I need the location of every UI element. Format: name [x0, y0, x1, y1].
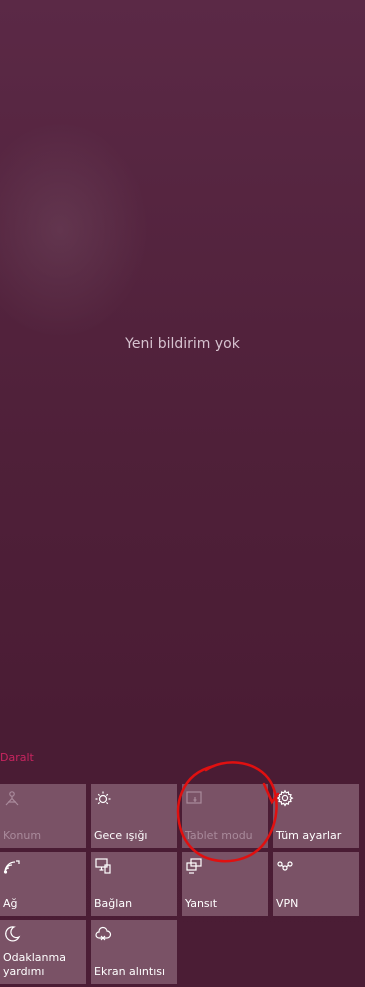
- settings-icon: [276, 789, 294, 807]
- screen-snip-icon: [94, 925, 112, 943]
- tablet-mode-icon: [185, 789, 203, 807]
- night-light-icon: [94, 789, 112, 807]
- tile-label: Ağ: [3, 897, 18, 910]
- tile-label: Odaklanma yardımı: [3, 951, 66, 978]
- tile-all-settings[interactable]: Tüm ayarlar: [273, 784, 359, 848]
- tile-project[interactable]: Yansıt: [182, 852, 268, 916]
- tile-vpn[interactable]: VPN: [273, 852, 359, 916]
- tile-label: Bağlan: [94, 897, 133, 910]
- vpn-icon: [276, 857, 294, 875]
- tile-night-light[interactable]: Gece ışığı: [91, 784, 177, 848]
- tile-screen-snip[interactable]: Ekran alıntısı: [91, 920, 177, 984]
- no-notifications-message: Yeni bildirim yok: [125, 336, 240, 352]
- focus-assist-icon: [3, 925, 21, 943]
- tile-tablet-mode[interactable]: Tablet modu: [182, 784, 268, 848]
- tile-label: Tablet modu: [185, 829, 253, 842]
- tile-connect[interactable]: Bağlan: [91, 852, 177, 916]
- project-icon: [185, 857, 203, 875]
- tile-label: Gece ışığı: [94, 829, 148, 842]
- tile-location[interactable]: Konum: [0, 784, 86, 848]
- tile-label: Konum: [3, 829, 42, 842]
- background-glow: [0, 120, 150, 340]
- connect-icon: [94, 857, 112, 875]
- tile-label: Yansıt: [185, 897, 218, 910]
- location-icon: [3, 789, 21, 807]
- tile-label: Tüm ayarlar: [276, 829, 342, 842]
- tile-network[interactable]: Ağ: [0, 852, 86, 916]
- collapse-link[interactable]: Daralt: [0, 751, 34, 764]
- tile-label: VPN: [276, 897, 299, 910]
- network-icon: [3, 857, 21, 875]
- tile-label: Ekran alıntısı: [94, 965, 166, 978]
- tile-focus-assist[interactable]: Odaklanma yardımı: [0, 920, 86, 984]
